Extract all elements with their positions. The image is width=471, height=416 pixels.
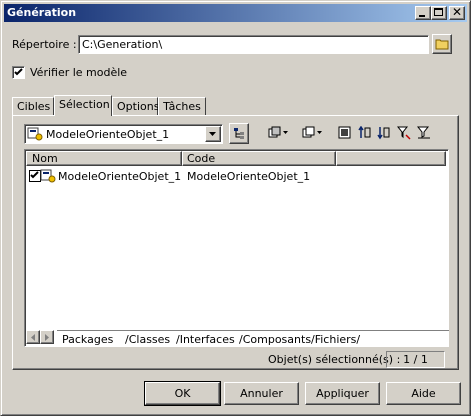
subtab-fichiers[interactable]: /Fichiers/: [311, 333, 360, 347]
close-button[interactable]: ✕: [449, 5, 465, 20]
cancel-button[interactable]: Annuler: [224, 382, 299, 405]
ok-label: OK: [174, 387, 191, 400]
tab-options[interactable]: Options: [112, 97, 160, 115]
chevron-down-icon[interactable]: [317, 131, 323, 135]
subtab-packages[interactable]: Packages: [59, 333, 117, 347]
clear-filter-icon[interactable]: [417, 126, 431, 140]
minimize-button[interactable]: [415, 6, 431, 20]
model-select-value: ModeleOrienteObjet_1: [46, 128, 170, 141]
tab-label: Sélection: [59, 98, 110, 111]
generation-dialog: Génération ✕ Répertoire : C:\Generation\…: [0, 0, 471, 416]
subtab-label: Classes: [128, 333, 171, 346]
model-select[interactable]: ModeleOrienteObjet_1: [24, 124, 223, 144]
selected-count-label: Objet(s) sélectionné(s) :: [268, 353, 401, 366]
ok-button-face: OK: [145, 382, 220, 405]
help-label: Aide: [411, 387, 436, 400]
object-list[interactable]: Nom Code ModeleOrienteObjet_1 ModeleOrie…: [24, 149, 449, 347]
tab-panel: ModeleOrienteObjet_1 Nom Code ModeleOrie…: [12, 115, 459, 370]
directory-input[interactable]: C:\Generation\: [78, 35, 429, 54]
apply-label: Appliquer: [316, 387, 369, 400]
window-title: Génération: [7, 6, 77, 19]
tab-cibles[interactable]: Cibles: [12, 97, 54, 115]
title-bar[interactable]: Génération ✕: [4, 4, 467, 22]
tab-taches[interactable]: Tâches: [158, 97, 206, 115]
verify-label: Vérifier le modèle: [30, 66, 128, 79]
subtab-classes[interactable]: /Classes: [125, 333, 170, 347]
subtab-label: Interfaces: [179, 333, 235, 346]
subtab-label: Composants: [242, 333, 312, 346]
directory-label: Répertoire :: [12, 38, 77, 51]
browse-button[interactable]: [432, 34, 452, 54]
maximize-button[interactable]: [431, 6, 447, 20]
subtab-composants[interactable]: /Composants: [239, 333, 311, 347]
chevron-down-icon[interactable]: [283, 131, 289, 135]
ok-button[interactable]: OK: [144, 381, 221, 406]
deselect-all-icon[interactable]: [302, 126, 316, 140]
chevron-down-icon: [209, 132, 216, 136]
directory-value: C:\Generation\: [82, 38, 163, 51]
model-icon: [40, 169, 56, 183]
table-row[interactable]: ModeleOrienteObjet_1 ModeleOrienteObjet_…: [27, 169, 427, 184]
selected-count-value: 1 / 1: [386, 351, 445, 368]
sort-ascending-icon[interactable]: [358, 126, 372, 140]
minimize-icon: [419, 15, 425, 17]
column-header-name[interactable]: Nom: [26, 151, 182, 166]
scroll-right-button[interactable]: [40, 330, 54, 344]
column-header-empty: [336, 151, 446, 166]
sort-descending-icon[interactable]: [377, 126, 391, 140]
tab-label: Options: [117, 100, 160, 113]
tab-selection[interactable]: Sélection: [54, 95, 112, 116]
apply-button[interactable]: Appliquer: [305, 382, 380, 405]
select-all-icon[interactable]: [268, 126, 282, 140]
help-button[interactable]: Aide: [386, 382, 461, 405]
folder-icon: [435, 39, 449, 50]
subtab-interfaces[interactable]: /Interfaces: [176, 333, 235, 347]
dropdown-button[interactable]: [205, 126, 221, 142]
column-header-code[interactable]: Code: [182, 151, 336, 166]
filter-icon[interactable]: [397, 126, 411, 140]
hierarchy-icon: [234, 128, 244, 139]
maximize-icon: [434, 8, 443, 16]
tab-label: Cibles: [17, 100, 51, 113]
checkmark-icon: [14, 68, 23, 76]
model-icon: [27, 127, 43, 141]
scroll-left-button[interactable]: [26, 330, 40, 344]
column-label: Code: [187, 152, 216, 165]
arrow-left-icon: [31, 334, 35, 341]
row-code: ModeleOrienteObjet_1: [187, 170, 311, 183]
close-icon: ✕: [452, 5, 463, 19]
properties-icon[interactable]: [338, 126, 352, 140]
tab-label: Tâches: [163, 100, 201, 113]
row-name: ModeleOrienteObjet_1: [58, 170, 182, 183]
hierarchy-button[interactable]: [229, 123, 249, 144]
verify-checkbox[interactable]: [12, 66, 25, 79]
checkmark-icon: [30, 171, 39, 179]
subtab-label: Fichiers: [314, 333, 357, 346]
arrow-right-icon: [45, 334, 49, 341]
column-label: Nom: [32, 152, 58, 165]
cancel-label: Annuler: [240, 387, 283, 400]
subtab-label: Packages: [62, 333, 114, 346]
